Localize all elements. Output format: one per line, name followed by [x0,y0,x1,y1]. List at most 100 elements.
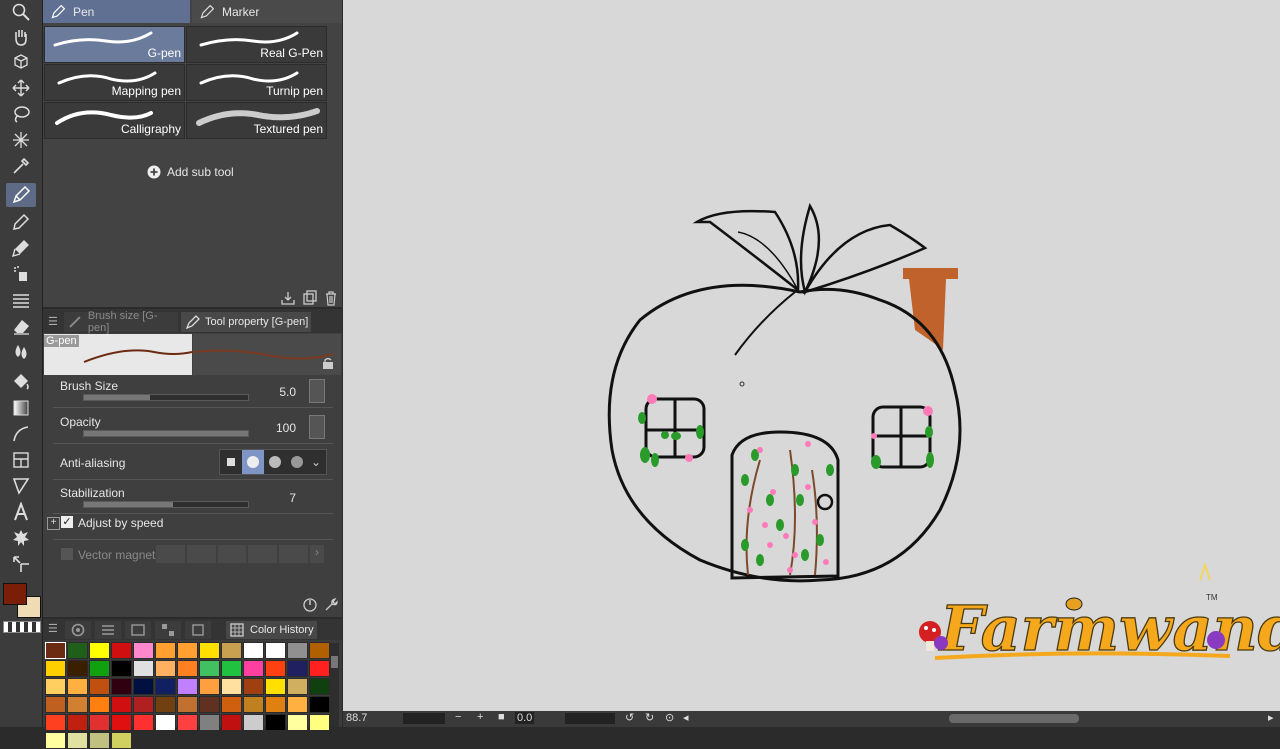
stabilization-value[interactable]: 7 [256,491,296,505]
color-history-swatch[interactable] [45,678,66,695]
aa-weak-option[interactable] [242,450,264,474]
brush-real-g-pen[interactable]: Real G-Pen [186,26,327,63]
color-history-swatch[interactable] [111,642,132,659]
color-history-swatch[interactable] [155,678,176,695]
color-history-swatch[interactable] [45,714,66,731]
add-sub-tool-button[interactable]: Add sub tool [147,165,234,179]
transparent-color-swatch[interactable] [3,621,41,633]
tab-brush-size[interactable]: Brush size [G-pen] [64,310,178,334]
color-history-swatch[interactable] [133,642,154,659]
aa-strong-option[interactable] [286,450,308,474]
aa-medium-option[interactable] [264,450,286,474]
color-history-swatch[interactable] [45,642,66,659]
figure-tool-icon[interactable] [6,422,36,446]
color-history-swatch[interactable] [133,660,154,677]
brush-turnip-pen[interactable]: Turnip pen [186,64,327,101]
color-history-swatch[interactable] [309,642,330,659]
color-history-swatch[interactable] [221,642,242,659]
horizontal-scrollbar[interactable] [949,714,1079,723]
color-history-swatch[interactable] [265,696,286,713]
brush-tool-icon[interactable] [6,236,36,260]
color-history-swatch[interactable] [199,714,220,731]
color-history-swatch[interactable] [265,642,286,659]
brush-calligraphy[interactable]: Calligraphy [44,102,185,139]
color-history-swatch[interactable] [177,714,198,731]
color-history-swatch[interactable] [133,714,154,731]
scroll-left-icon[interactable]: ◂ [683,711,689,724]
reset-rotation-icon[interactable]: ⊙ [665,711,674,724]
expand-toggle[interactable]: + [47,517,60,530]
pencil-tool-icon[interactable] [6,210,36,234]
vm-option[interactable] [156,545,185,563]
color-history-swatch[interactable] [287,660,308,677]
eraser-tool-icon[interactable] [6,314,36,338]
vm-option[interactable] [186,545,216,563]
tab-intermediate-color[interactable] [155,621,181,639]
gradient-tool-icon[interactable] [6,396,36,420]
blend-tool-icon[interactable] [6,340,36,364]
color-history-swatch[interactable] [243,678,264,695]
color-history-swatch[interactable] [67,696,88,713]
canvas-area[interactable]: Farmwand TM [343,0,1280,711]
color-history-swatch[interactable] [67,732,88,749]
panel-menu-icon[interactable]: ☰ [48,315,58,328]
brush-g-pen[interactable]: G-pen [44,26,185,63]
canvas-drawing[interactable]: Farmwand TM [343,0,1280,711]
color-history-swatch[interactable] [89,642,110,659]
vm-option[interactable] [248,545,278,563]
trash-icon[interactable] [323,290,339,309]
color-history-swatch[interactable] [243,660,264,677]
color-history-swatch[interactable] [287,696,308,713]
color-history-swatch[interactable] [287,678,308,695]
color-history-swatch[interactable] [309,678,330,695]
wrench-icon[interactable] [323,597,339,616]
airbrush-tool-icon[interactable] [6,262,36,286]
tab-color-history[interactable]: Color History [226,621,317,639]
ruler-tool-icon[interactable] [6,474,36,498]
color-history-swatch[interactable] [111,678,132,695]
color-history-swatch[interactable] [133,678,154,695]
vector-magnet-checkbox[interactable] [61,548,73,560]
color-history-swatch[interactable] [243,696,264,713]
color-history-swatch[interactable] [287,642,308,659]
vm-option[interactable] [279,545,309,563]
tab-marker[interactable]: Marker [192,0,342,23]
color-history-swatch[interactable] [177,642,198,659]
color-history-swatch[interactable] [89,714,110,731]
lasso-tool-icon[interactable] [6,102,36,126]
rotation-value[interactable]: 0.0 [515,712,535,724]
color-history-swatch[interactable] [89,696,110,713]
scroll-right-icon[interactable]: ▸ [1268,711,1274,724]
eyedropper-icon[interactable] [6,154,36,178]
correct-line-tool-icon[interactable] [6,552,36,576]
auto-select-icon[interactable] [6,128,36,152]
color-history-swatch[interactable] [199,660,220,677]
move-tool-icon[interactable] [6,76,36,100]
tab-color-wheel[interactable] [65,621,91,639]
zoom-tool-icon[interactable] [6,0,36,24]
object-tool-icon[interactable] [6,50,36,74]
duplicate-icon[interactable] [302,290,318,309]
adjust-by-speed-checkbox[interactable]: ✓ [61,516,73,528]
color-history-swatch[interactable] [67,660,88,677]
text-tool-icon[interactable] [6,500,36,524]
aa-none-option[interactable] [220,450,242,474]
color-history-swatch[interactable] [89,678,110,695]
color-history-swatch[interactable] [221,678,242,695]
color-history-swatch[interactable] [67,714,88,731]
color-history-swatch[interactable] [155,660,176,677]
brush-size-value[interactable]: 5.0 [256,385,296,399]
color-history-swatch[interactable] [199,696,220,713]
color-history-swatch[interactable] [221,660,242,677]
stabilization-slider[interactable] [83,501,249,508]
color-history-swatch[interactable] [67,678,88,695]
color-history-swatch[interactable] [111,660,132,677]
color-history-swatch[interactable] [45,660,66,677]
brush-size-slider[interactable] [83,394,249,401]
main-color-swatch[interactable] [3,583,27,605]
decoration-tool-icon[interactable] [6,288,36,312]
zoom-value[interactable]: 88.7 [346,712,367,724]
tab-color-set[interactable] [125,621,151,639]
color-history-swatch[interactable] [287,714,308,731]
brush-textured-pen[interactable]: Textured pen [186,102,327,139]
